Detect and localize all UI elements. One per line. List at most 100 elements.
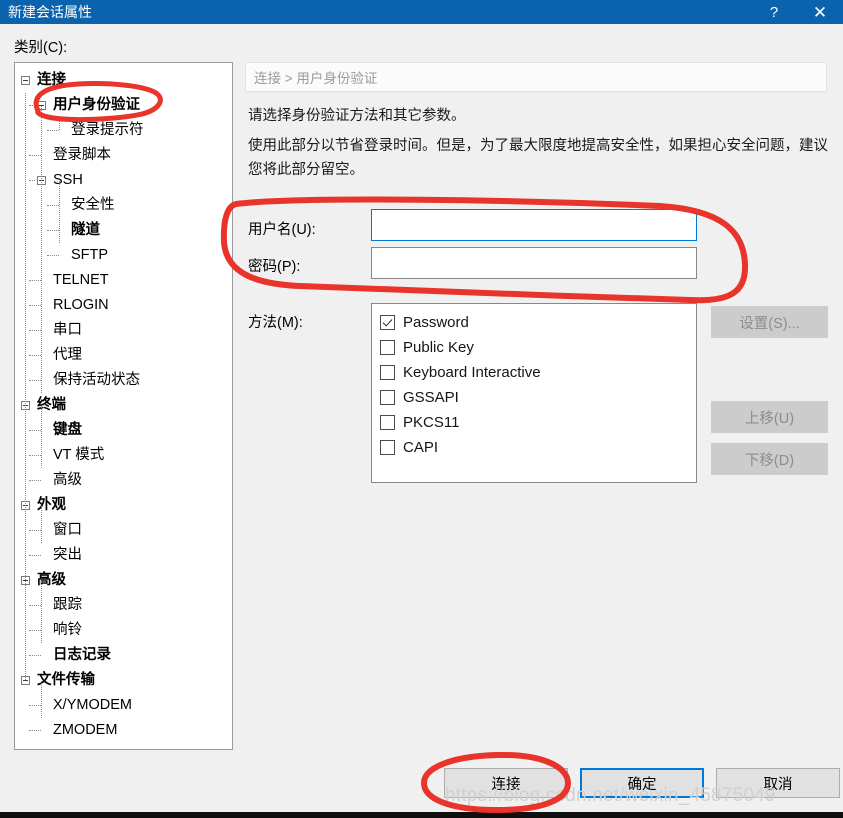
method-list[interactable]: Password Public Key Keyboard Interactive GS… [371,303,697,483]
bottom-strip [0,812,843,818]
method-list-item[interactable]: GSSAPI [380,385,696,410]
tree-guide-horizontal [29,555,41,557]
settings-button[interactable]: 设置(S)... [711,306,828,338]
tree-item-label: SFTP [71,247,109,263]
password-input[interactable] [371,247,697,279]
username-input[interactable] [371,209,697,241]
tree-guide-vertical-advanced [41,581,43,643]
tree-item[interactable]: 登录脚本 [15,143,232,168]
tree-item-label: 保持活动状态 [53,372,140,388]
tree-item-label: ZMODEM [53,722,118,738]
watermark-text: https://blog.csdn.net/weixin_45875049 [445,785,776,806]
tree-guide-horizontal [47,130,59,132]
method-list-item[interactable]: CAPI [380,435,696,460]
checkbox-unchecked-icon[interactable] [380,340,395,355]
tree-item-label: 登录脚本 [53,147,111,163]
tree-item[interactable]: 安全性 [15,193,232,218]
tree-item[interactable]: 串口 [15,318,232,343]
checkbox-unchecked-icon[interactable] [380,415,395,430]
tree-item[interactable]: SSH [15,168,232,193]
tree-guide-horizontal [29,180,35,182]
tree-item[interactable]: SFTP [15,243,232,268]
tree-guide-horizontal [29,330,41,332]
tree-item[interactable]: 窗口 [15,518,232,543]
tree-item[interactable]: 突出 [15,543,232,568]
method-item-label: PKCS11 [403,413,460,431]
tree-item[interactable]: 外观 [15,493,232,518]
tree-item[interactable]: 日志记录 [15,643,232,668]
tree-item-label: TELNET [53,272,109,288]
tree-guide-vertical-filetransfer [41,681,43,718]
tree-guide-vertical-auth [59,118,61,130]
tree-guide-horizontal [47,205,59,207]
checkbox-checked-icon[interactable] [380,315,395,330]
tree-item[interactable]: 隧道 [15,218,232,243]
tree-item-label: 连接 [37,72,66,88]
checkbox-unchecked-icon[interactable] [380,390,395,405]
tree-item[interactable]: 连接 [15,68,232,93]
breadcrumb: 连接 > 用户身份验证 [245,62,827,92]
method-item-label: CAPI [403,438,439,456]
tree-item-label: 登录提示符 [71,122,144,138]
tree-guide-vertical-terminal [41,406,43,468]
tree-guide-horizontal [29,380,41,382]
tree-item[interactable]: 保持活动状态 [15,368,232,393]
tree-item-label: X/YMODEM [53,697,132,713]
tree-item[interactable]: 跟踪 [15,593,232,618]
title-bar: 新建会话属性 ? ✕ [0,0,843,24]
tree-item[interactable]: 键盘 [15,418,232,443]
tree-item[interactable]: 高级 [15,468,232,493]
tree-item[interactable]: TELNET [15,268,232,293]
method-list-item[interactable]: Public Key [380,335,696,360]
tree-item-label: 安全性 [71,197,115,213]
tree-item[interactable]: 登录提示符 [15,118,232,143]
method-list-item[interactable]: Keyboard Interactive [380,360,696,385]
tree-guide-horizontal [29,605,41,607]
tree-guide-horizontal [29,355,41,357]
method-list-item[interactable]: PKCS11 [380,410,696,435]
category-tree[interactable]: 连接用户身份验证登录提示符登录脚本 SSH 安全性隧道 SFTP TELNET RLOGI… [14,62,233,750]
tree-item-label: 文件传输 [37,672,95,688]
tree-guide-vertical-connection [41,106,43,393]
move-up-button[interactable]: 上移(U) [711,401,828,433]
tree-item[interactable]: 用户身份验证 [15,93,232,118]
tree-guide-horizontal [29,155,41,157]
tree-item-label: 日志记录 [53,647,111,663]
close-icon[interactable]: ✕ [797,0,843,24]
tree-guide-horizontal [29,530,41,532]
tree-item-label: 串口 [53,322,82,338]
category-label: 类别(C): [14,40,68,56]
method-item-label: GSSAPI [403,388,459,406]
checkbox-unchecked-icon[interactable] [380,365,395,380]
tree-item[interactable]: 代理 [15,343,232,368]
tree-guide-horizontal [29,280,41,282]
tree-expander-collapse-icon[interactable] [21,76,30,85]
tree-item[interactable]: ZMODEM [15,718,232,743]
tree-guide-vertical-root [25,93,27,680]
checkbox-unchecked-icon[interactable] [380,440,395,455]
help-icon[interactable]: ? [751,0,797,24]
move-down-button[interactable]: 下移(D) [711,443,828,475]
tree-guide-horizontal [47,255,59,257]
password-label: 密码(P): [248,259,301,275]
tree-item-label: 隧道 [71,222,100,238]
tree-item-label: 代理 [53,347,82,363]
tree-item[interactable]: VT 模式 [15,443,232,468]
tree-guide-horizontal [47,230,59,232]
tree-guide-horizontal [29,480,41,482]
description-secondary: 使用此部分以节省登录时间。但是，为了最大限度地提高安全性，如果担心安全问题，建议… [248,138,828,178]
tree-item[interactable]: 高级 [15,568,232,593]
tree-item[interactable]: 终端 [15,393,232,418]
method-item-label: Password [403,313,469,331]
tree-item-label: 跟踪 [53,597,82,613]
tree-item-label: 键盘 [53,422,82,438]
method-item-label: Keyboard Interactive [403,363,541,381]
tree-item[interactable]: RLOGIN [15,293,232,318]
tree-item[interactable]: 响铃 [15,618,232,643]
tree-guide-horizontal [29,655,41,657]
tree-item-label: 用户身份验证 [53,97,140,113]
method-list-item[interactable]: Password [380,310,696,335]
tree-item[interactable]: 文件传输 [15,668,232,693]
tree-guide-horizontal [29,705,41,707]
tree-item[interactable]: X/YMODEM [15,693,232,718]
